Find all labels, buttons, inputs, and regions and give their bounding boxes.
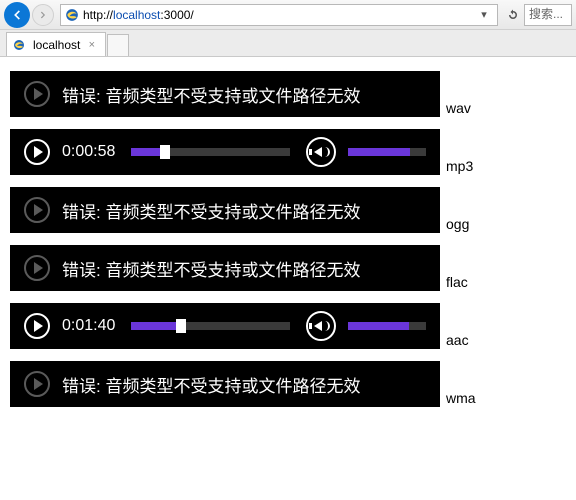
audio-player-ogg[interactable]: 错误: 音频类型不受支持或文件路径无效 (10, 187, 440, 233)
tab-title: localhost (33, 38, 80, 52)
play-button (24, 255, 50, 281)
error-text: 错误: 音频类型不受支持或文件路径无效 (62, 82, 360, 107)
play-button[interactable] (24, 313, 50, 339)
error-text: 错误: 音频类型不受支持或文件路径无效 (62, 198, 360, 223)
arrow-right-icon (38, 10, 48, 20)
ie-icon (13, 39, 25, 51)
error-text: 错误: 音频类型不受支持或文件路径无效 (62, 372, 360, 397)
page-content: 错误: 音频类型不受支持或文件路径无效 wav 0:00:58 mp3 错误: … (0, 57, 576, 433)
volume-icon[interactable] (306, 311, 336, 341)
error-text: 错误: 音频类型不受支持或文件路径无效 (62, 256, 360, 281)
dropdown-icon[interactable]: ▾ (475, 6, 493, 24)
volume-icon[interactable] (306, 137, 336, 167)
seek-bar[interactable] (131, 322, 290, 330)
row-wma: 错误: 音频类型不受支持或文件路径无效 wma (10, 361, 566, 407)
new-tab-button[interactable] (107, 34, 129, 56)
back-button[interactable] (4, 2, 30, 28)
format-label: flac (446, 275, 468, 291)
row-flac: 错误: 音频类型不受支持或文件路径无效 flac (10, 245, 566, 291)
row-mp3: 0:00:58 mp3 (10, 129, 566, 175)
forward-button[interactable] (32, 4, 54, 26)
volume-bar[interactable] (348, 322, 426, 330)
row-ogg: 错误: 音频类型不受支持或文件路径无效 ogg (10, 187, 566, 233)
seek-bar[interactable] (131, 148, 290, 156)
format-label: aac (446, 333, 469, 349)
browser-chrome: http://localhost:3000/ ▾ 搜索... localhost… (0, 0, 576, 57)
address-bar[interactable]: http://localhost:3000/ ▾ (60, 4, 498, 26)
play-button (24, 81, 50, 107)
row-wav: 错误: 音频类型不受支持或文件路径无效 wav (10, 71, 566, 117)
format-label: wav (446, 101, 471, 117)
audio-player-aac[interactable]: 0:01:40 (10, 303, 440, 349)
audio-player-mp3[interactable]: 0:00:58 (10, 129, 440, 175)
search-box[interactable]: 搜索... (524, 4, 572, 26)
volume-bar[interactable] (348, 148, 426, 156)
refresh-icon (507, 9, 519, 21)
tab-localhost[interactable]: localhost × (6, 32, 106, 56)
url-text: http://localhost:3000/ (83, 8, 194, 22)
ie-icon (65, 8, 79, 22)
nav-bar: http://localhost:3000/ ▾ 搜索... (0, 0, 576, 30)
tab-bar: localhost × (0, 30, 576, 56)
refresh-button[interactable] (504, 6, 522, 24)
close-icon[interactable]: × (89, 39, 95, 51)
format-label: wma (446, 391, 476, 407)
time-display: 0:01:40 (62, 317, 115, 335)
time-display: 0:00:58 (62, 143, 115, 161)
play-button (24, 197, 50, 223)
play-button[interactable] (24, 139, 50, 165)
play-button (24, 371, 50, 397)
arrow-left-icon (10, 8, 24, 22)
format-label: mp3 (446, 159, 473, 175)
row-aac: 0:01:40 aac (10, 303, 566, 349)
audio-player-wav[interactable]: 错误: 音频类型不受支持或文件路径无效 (10, 71, 440, 117)
audio-player-flac[interactable]: 错误: 音频类型不受支持或文件路径无效 (10, 245, 440, 291)
audio-player-wma[interactable]: 错误: 音频类型不受支持或文件路径无效 (10, 361, 440, 407)
format-label: ogg (446, 217, 469, 233)
